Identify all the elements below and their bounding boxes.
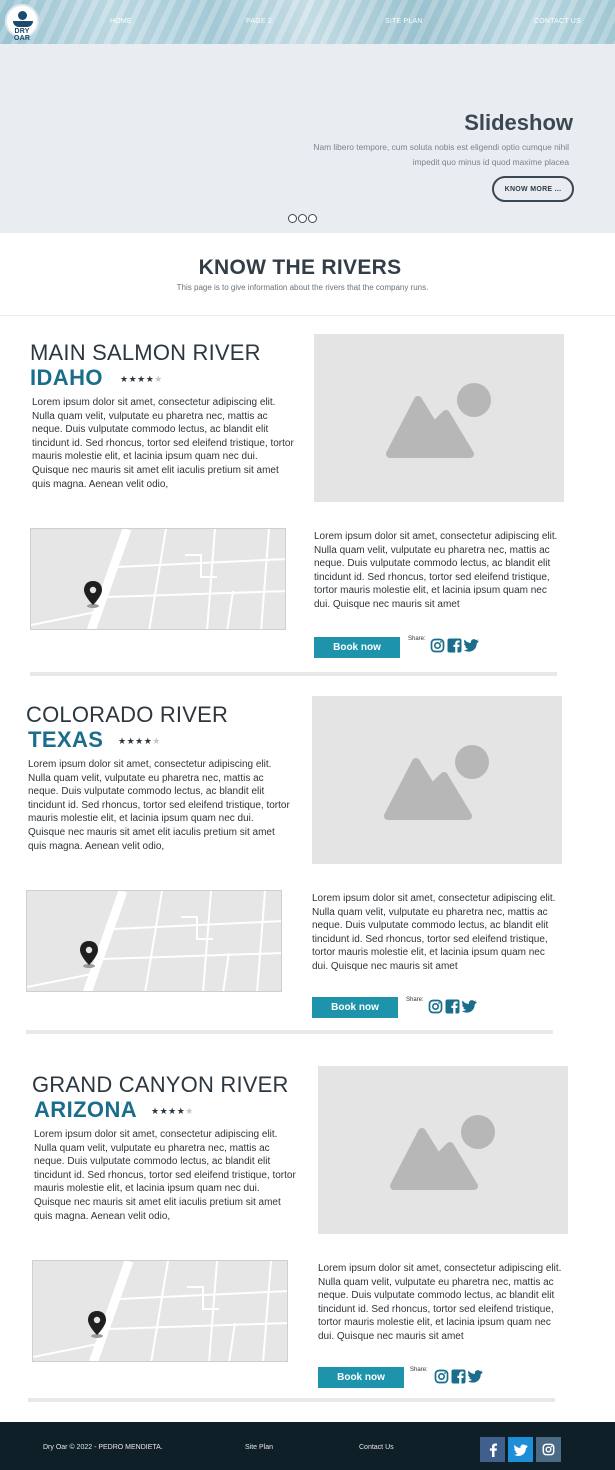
slideshow-dots	[288, 214, 317, 223]
river-name: MAIN SALMON RIVER	[30, 340, 261, 365]
share-label: Share:	[406, 997, 424, 1003]
top-nav: DRY OAR HOME PAGE 2 SITE PLAN CONTACT US	[0, 0, 615, 44]
page-title: KNOW THE RIVERS	[198, 256, 402, 279]
slide-dot-2[interactable]	[298, 214, 307, 223]
section-divider	[28, 1398, 555, 1402]
rating-stars: ★★★★★	[151, 1106, 194, 1117]
section-divider	[26, 1030, 553, 1034]
facebook-icon[interactable]	[445, 999, 460, 1014]
footer-link-site-plan[interactable]: Site Plan	[245, 1444, 273, 1451]
image-placeholder-icon	[384, 745, 489, 820]
river-description: Lorem ipsum dolor sit amet, consectetur …	[28, 759, 290, 852]
river-map[interactable]	[30, 528, 286, 630]
river-state: TEXAS	[28, 727, 104, 752]
logo-person-icon	[18, 11, 27, 20]
share-icons	[434, 1369, 483, 1384]
river-description: Lorem ipsum dolor sit amet, consectetur …	[34, 1129, 296, 1222]
footer: Dry Oar © 2022 - PEDRO MENDIETA. Site Pl…	[0, 1422, 615, 1470]
logo-text: DRY OAR	[13, 28, 31, 42]
nav-background-texture	[0, 0, 615, 44]
section-divider	[30, 672, 557, 676]
hero-title: Slideshow	[464, 110, 573, 135]
map-pin-icon[interactable]	[79, 941, 99, 969]
rating-stars: ★★★★★	[120, 374, 163, 385]
divider	[0, 315, 615, 316]
twitter-icon[interactable]	[464, 638, 479, 653]
nav-link-site-plan[interactable]: SITE PLAN	[385, 18, 423, 25]
facebook-icon[interactable]	[451, 1369, 466, 1384]
footer-link-contact-us[interactable]: Contact Us	[359, 1444, 394, 1451]
page-subtitle: This page is to give information about t…	[176, 283, 429, 292]
footer-copyright: Dry Oar © 2022 - PEDRO MENDIETA.	[43, 1444, 163, 1451]
instagram-icon[interactable]	[430, 638, 445, 653]
hero-text: Nam libero tempore, cum soluta nobis est…	[313, 142, 569, 167]
river-state: IDAHO	[30, 365, 103, 390]
know-more-button[interactable]: KNOW MORE ...	[492, 176, 574, 202]
image-placeholder	[314, 334, 564, 502]
share-icons	[428, 999, 477, 1014]
logo-boat-icon	[13, 21, 33, 27]
share-icons	[430, 638, 479, 653]
image-placeholder-icon	[386, 383, 491, 458]
twitter-icon[interactable]	[468, 1369, 483, 1384]
rating-star-off: ★	[154, 374, 163, 384]
logo[interactable]: DRY OAR	[5, 4, 39, 42]
footer-twitter-icon[interactable]	[508, 1437, 533, 1462]
image-placeholder-icon	[390, 1115, 495, 1190]
footer-instagram-icon[interactable]	[536, 1437, 561, 1462]
river-description-secondary: Lorem ipsum dolor sit amet, consectetur …	[314, 531, 558, 610]
nav-link-contact-us[interactable]: CONTACT US	[534, 18, 581, 25]
book-now-button[interactable]: Book now	[318, 1367, 404, 1388]
facebook-icon[interactable]	[447, 638, 462, 653]
river-description-secondary: Lorem ipsum dolor sit amet, consectetur …	[312, 893, 556, 972]
river-map[interactable]	[26, 890, 282, 992]
rating-stars-on: ★★★★	[151, 1106, 186, 1116]
nav-link-home[interactable]: HOME	[110, 18, 132, 25]
instagram-icon[interactable]	[434, 1369, 449, 1384]
rating-stars-on: ★★★★	[118, 736, 153, 746]
map-graphic	[33, 1261, 287, 1361]
book-now-button[interactable]: Book now	[312, 997, 398, 1018]
rating-stars-on: ★★★★	[120, 374, 155, 384]
slide-dot-1[interactable]	[288, 214, 297, 223]
rating-star-off: ★	[152, 736, 161, 746]
map-graphic	[27, 891, 281, 991]
slide-dot-3[interactable]	[308, 214, 317, 223]
nav-link-page-2[interactable]: PAGE 2	[246, 18, 272, 25]
rating-stars: ★★★★★	[118, 736, 161, 747]
share-label: Share:	[410, 1367, 428, 1373]
book-now-button[interactable]: Book now	[314, 637, 400, 658]
rating-star-off: ★	[185, 1106, 194, 1116]
instagram-icon[interactable]	[428, 999, 443, 1014]
image-placeholder	[318, 1066, 568, 1234]
river-name: GRAND CANYON RIVER	[32, 1072, 289, 1097]
river-description: Lorem ipsum dolor sit amet, consectetur …	[32, 397, 294, 490]
river-name: COLORADO RIVER	[26, 702, 229, 727]
footer-facebook-icon[interactable]	[480, 1437, 505, 1462]
map-pin-icon[interactable]	[83, 581, 103, 609]
river-state: ARIZONA	[34, 1097, 138, 1122]
image-placeholder	[312, 696, 562, 864]
map-graphic	[31, 529, 285, 629]
hero-slideshow: Slideshow Nam libero tempore, cum soluta…	[0, 44, 615, 233]
share-label: Share:	[408, 636, 426, 642]
river-map[interactable]	[32, 1260, 288, 1362]
twitter-icon[interactable]	[462, 999, 477, 1014]
river-description-secondary: Lorem ipsum dolor sit amet, consectetur …	[318, 1263, 562, 1342]
map-pin-icon[interactable]	[87, 1311, 107, 1339]
